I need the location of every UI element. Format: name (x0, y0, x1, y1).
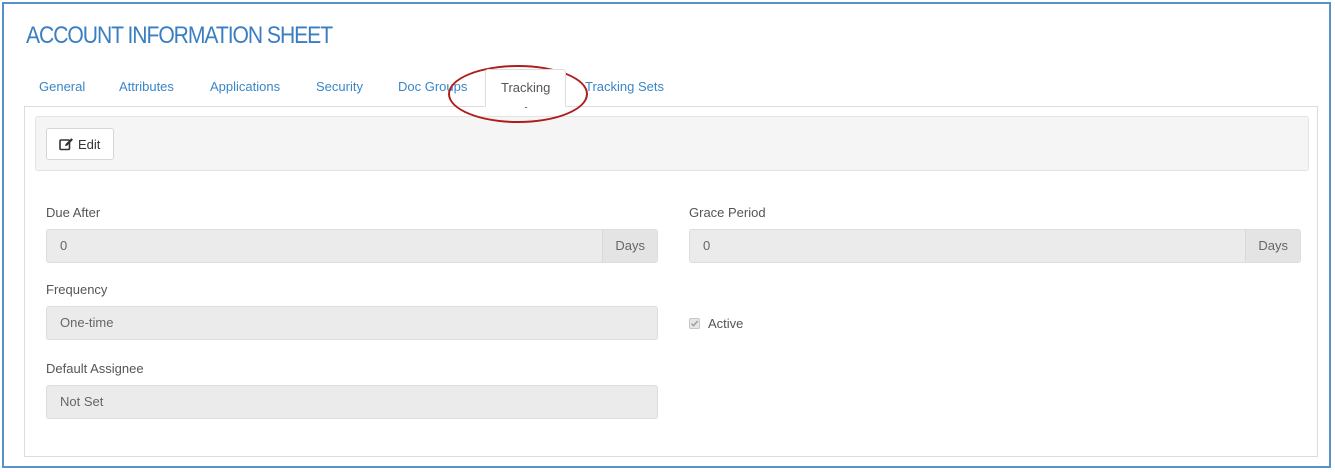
due-after-label: Due After (46, 205, 101, 220)
tab-doc-groups[interactable]: Doc Groups (398, 69, 467, 107)
tab-applications[interactable]: Applications (210, 69, 280, 107)
tab-tracking-sets[interactable]: Tracking Sets (585, 69, 664, 107)
grace-period-field[interactable]: 0 Days (689, 229, 1301, 263)
default-assignee-label: Default Assignee (46, 361, 144, 376)
active-checkbox-group: Active (689, 316, 743, 331)
frequency-value: One-time (60, 315, 114, 330)
due-after-unit: Days (602, 230, 657, 262)
tracking-panel: Edit Due After 0 Days Grace Period 0 Day… (24, 107, 1318, 457)
active-label: Active (708, 316, 744, 331)
toolbar: Edit (35, 116, 1309, 171)
edit-button-label: Edit (78, 136, 101, 152)
frequency-field[interactable]: One-time (46, 306, 658, 340)
due-after-field[interactable]: 0 Days (46, 229, 658, 263)
edit-button[interactable]: Edit (46, 128, 115, 160)
grace-period-label: Grace Period (689, 205, 766, 220)
frequency-label: Frequency (46, 282, 108, 297)
grace-period-unit: Days (1245, 230, 1300, 262)
tab-bar: General Attributes Applications Security… (24, 69, 1314, 107)
grace-period-value: 0 (703, 238, 711, 253)
tab-general[interactable]: General (39, 69, 85, 107)
tab-tracking[interactable]: Tracking (485, 69, 567, 107)
default-assignee-value: Not Set (60, 394, 104, 409)
tab-attributes[interactable]: Attributes (119, 69, 174, 107)
due-after-value: 0 (60, 238, 68, 253)
page-title: ACCOUNT INFORMATION SHEET (26, 22, 333, 49)
edit-icon (59, 137, 74, 151)
default-assignee-field[interactable]: Not Set (46, 385, 658, 419)
active-checkbox[interactable] (689, 318, 700, 329)
tab-security[interactable]: Security (316, 69, 363, 107)
check-icon (691, 320, 699, 327)
